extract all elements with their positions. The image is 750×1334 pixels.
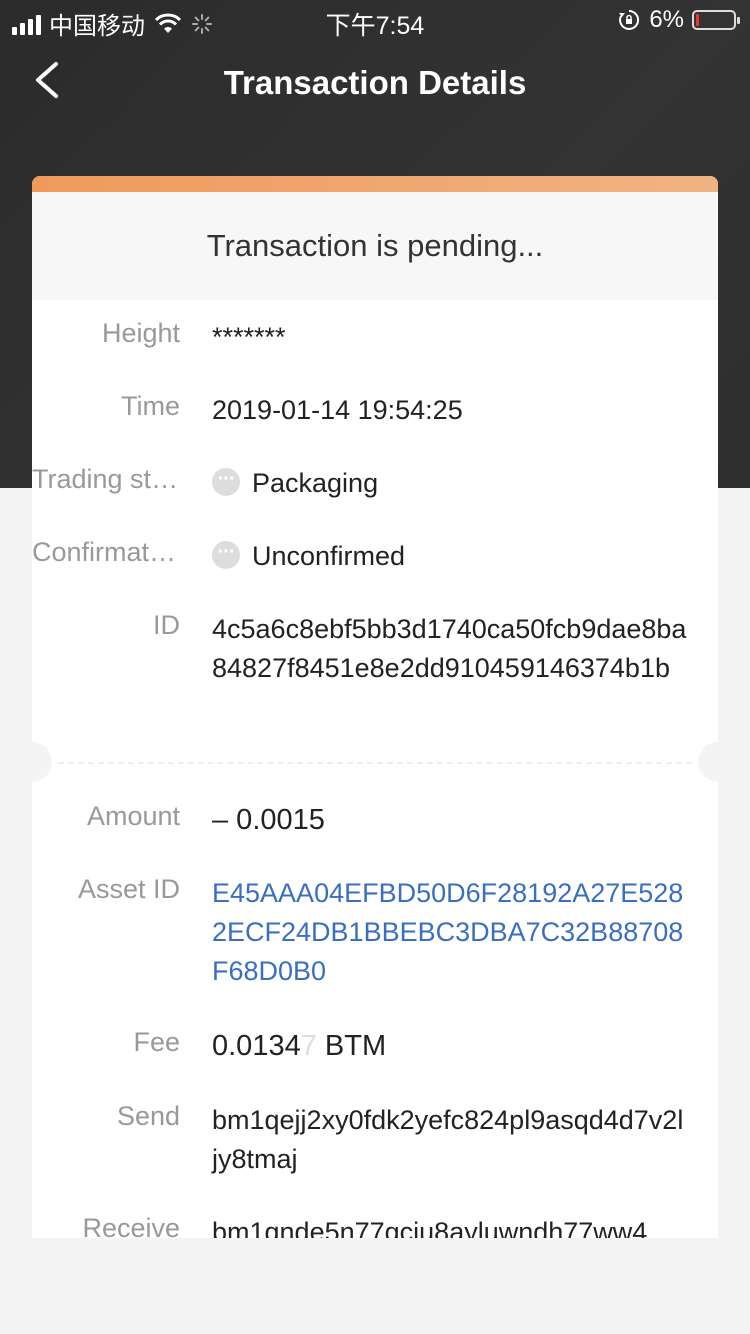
- confirmation-text: Unconfirmed: [252, 541, 406, 571]
- status-right: 6%: [617, 6, 740, 34]
- height-label: Height: [101, 318, 180, 348]
- fee-unit: BTM: [324, 1030, 387, 1062]
- trading-status-label: Trading status: [32, 464, 180, 494]
- fee-label: Fee: [133, 1027, 180, 1057]
- transaction-card: Transaction is pending... Height *******…: [32, 176, 718, 1238]
- id-label: ID: [153, 610, 180, 640]
- confirmation-label: Confirmation: [32, 537, 180, 567]
- more-dots-icon: [212, 533, 240, 572]
- battery-percent: 6%: [649, 6, 684, 33]
- dashed-divider: [58, 762, 692, 764]
- card-notch-left: [32, 742, 52, 782]
- transaction-status: Transaction is pending...: [32, 192, 718, 300]
- rotation-lock-icon: [619, 9, 640, 30]
- time-label: Time: [121, 391, 180, 421]
- page-title: Transaction Details: [223, 64, 527, 101]
- status-bar: 中国移动 下午7:54 6%: [0, 0, 750, 40]
- card-notch-right: [698, 742, 718, 782]
- height-value: *******: [212, 322, 286, 352]
- more-dots-icon: [212, 460, 240, 499]
- fee-value: 0.01347 BTM: [212, 1027, 688, 1066]
- transaction-id[interactable]: 4c5a6c8ebf5bb3d1740ca50fcb9dae8ba84827f8…: [212, 610, 688, 688]
- asset-id-label: Asset ID: [77, 874, 180, 904]
- send-address[interactable]: bm1qejj2xy0fdk2yefc824pl9asqd4d7v2ljy8tm…: [212, 1101, 688, 1179]
- card-accent-bar: [32, 176, 718, 192]
- fee-amount: 0.0134: [212, 1030, 301, 1062]
- amount-value: – 0.0015: [212, 804, 325, 836]
- receive-address[interactable]: bm1qnde5n77gcju8ayluwndh77ww4: [212, 1213, 688, 1238]
- trading-status-text: Packaging: [252, 468, 379, 498]
- time-value: 2019-01-14 19:54:25: [212, 395, 463, 425]
- battery-icon: [692, 10, 740, 30]
- nav-bar: Transaction Details: [0, 50, 750, 120]
- receive-label: Receive: [82, 1213, 180, 1238]
- amount-label: Amount: [86, 801, 180, 831]
- battery-fill: [696, 14, 699, 26]
- confirmation-value: Unconfirmed: [212, 533, 688, 576]
- fee-amount-faded-digit: 7: [300, 1030, 317, 1062]
- send-label: Send: [116, 1101, 180, 1131]
- asset-id-link[interactable]: E45AAA04EFBD50D6F28192A27E5282ECF24DB1BB…: [212, 874, 688, 991]
- trading-status-value: Packaging: [212, 460, 688, 503]
